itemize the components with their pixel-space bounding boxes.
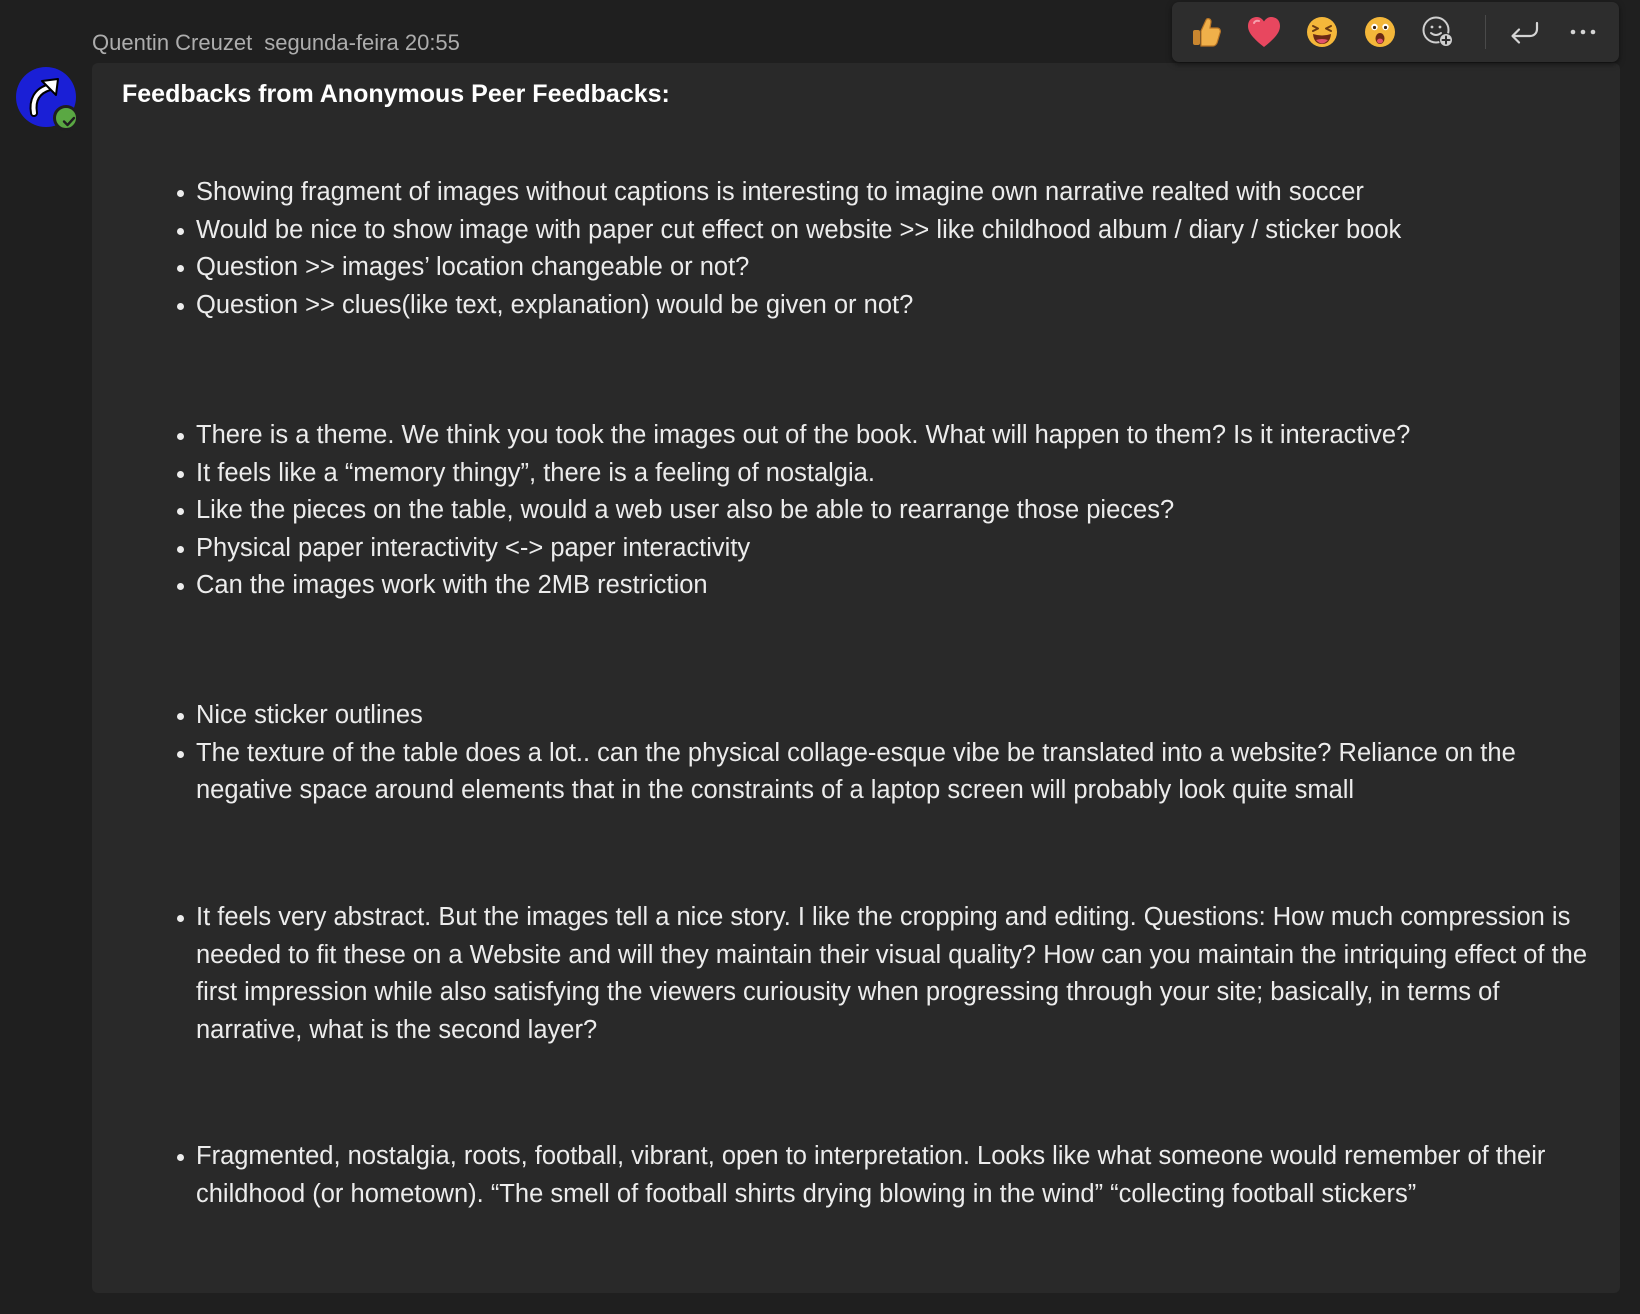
sender-name[interactable]: Quentin Creuzet <box>92 30 252 55</box>
surprised-reaction-button[interactable] <box>1360 12 1400 52</box>
list-item: There is a theme. We think you took the … <box>177 417 1606 455</box>
laughing-face-icon <box>1307 17 1337 47</box>
list-item: Showing fragment of images without capti… <box>177 174 1606 212</box>
more-options-button[interactable] <box>1563 12 1603 52</box>
list-item: It feels like a “memory thingy”, there i… <box>177 455 1606 493</box>
heart-reaction-button[interactable] <box>1244 12 1284 52</box>
list-item: Can the images work with the 2MB restric… <box>177 567 1606 605</box>
list-item: Question >> images’ location changeable … <box>177 249 1606 287</box>
reply-button[interactable] <box>1504 12 1544 52</box>
feedback-list-5: Fragmented, nostalgia, roots, football, … <box>177 1138 1606 1213</box>
feedback-list-4: It feels very abstract. But the images t… <box>177 899 1606 1049</box>
feedback-list-3: Nice sticker outlines The texture of the… <box>177 697 1606 810</box>
list-item: Nice sticker outlines <box>177 697 1606 735</box>
message-heading: Feedbacks from Anonymous Peer Feedbacks: <box>122 80 670 108</box>
list-item: Question >> clues(like text, explanation… <box>177 287 1606 325</box>
add-emoji-icon <box>1422 16 1453 47</box>
reply-arrow-icon <box>1511 21 1539 44</box>
feedback-list-2: There is a theme. We think you took the … <box>177 417 1606 605</box>
chat-message-view: Quentin Creuzet segunda-feira 20:55 Feedb… <box>0 0 1640 1314</box>
checkmark-icon <box>62 116 76 127</box>
list-item: The texture of the table does a lot.. ca… <box>177 735 1606 810</box>
list-item: Like the pieces on the table, would a we… <box>177 492 1606 530</box>
list-item: It feels very abstract. But the images t… <box>177 899 1606 1049</box>
laugh-reaction-button[interactable] <box>1302 12 1342 52</box>
message-timestamp: segunda-feira 20:55 <box>264 30 460 55</box>
feedback-list-1: Showing fragment of images without capti… <box>177 174 1606 325</box>
like-reaction-button[interactable] <box>1186 12 1226 52</box>
toolbar-divider <box>1485 15 1486 49</box>
surprised-face-icon <box>1365 17 1395 47</box>
list-item: Physical paper interactivity <-> paper i… <box>177 530 1606 568</box>
heart-icon <box>1248 17 1280 47</box>
message-header: Quentin Creuzet segunda-feira 20:55 <box>92 30 460 56</box>
ellipsis-icon <box>1570 29 1596 35</box>
list-item: Would be nice to show image with paper c… <box>177 212 1606 250</box>
presence-status-badge <box>53 105 79 131</box>
thumbs-up-icon <box>1193 18 1221 47</box>
list-item: Fragmented, nostalgia, roots, football, … <box>177 1138 1606 1213</box>
add-reaction-button[interactable] <box>1418 12 1458 52</box>
reaction-toolbar <box>1172 2 1619 62</box>
